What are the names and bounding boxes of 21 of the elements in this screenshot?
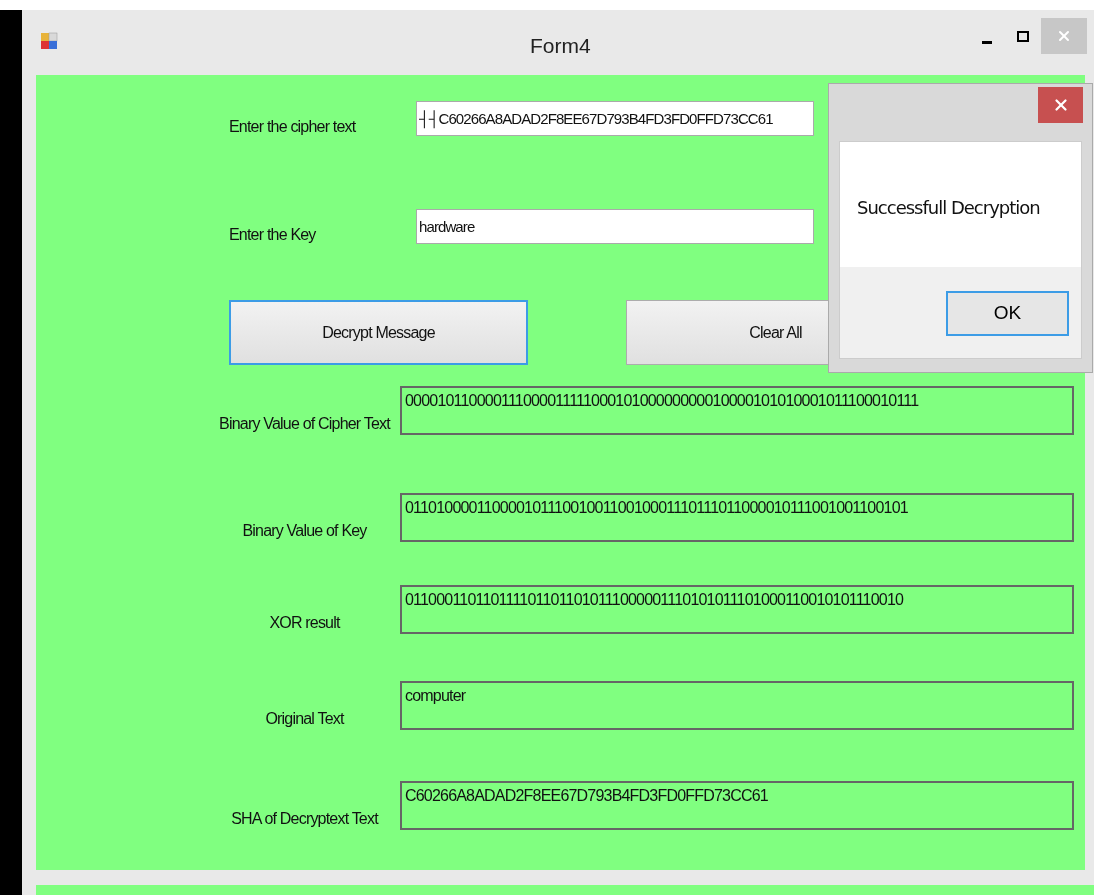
output-field: computer [400,681,1074,730]
text-field[interactable]: ┤┤C60266A8ADAD2F8EE67D793B4FD3FD0FFD73CC61 [416,101,814,136]
close-icon [1056,28,1072,44]
ok-button[interactable]: OK [946,291,1069,336]
action-button[interactable]: Decrypt Message [229,300,528,365]
output-field: 00001011000011100001111100010100000000010000101010001011100010111 [400,386,1074,435]
output-field: C60266A8ADAD2F8EE67D793B4FD3FD0FFD73CC61 [400,781,1074,830]
output-field: 0110001101101111011011010111000001110101011101000110010101110010 [400,585,1074,634]
app-icon [40,32,58,50]
dialog-message: Successfull Decryption [857,197,1040,218]
text-field[interactable]: hardware [416,209,814,244]
field-label: Enter the Key [229,225,317,245]
close-button[interactable] [1038,87,1083,123]
output-label: Original Text [264,709,346,729]
window-title: Form4 [530,33,591,59]
output-label: Binary Value of Cipher Text [218,414,392,434]
output-label: SHA of Decryptext Text [230,809,380,829]
output-field: 0110100001100001011100100110010001110111011000010111001001100101 [400,493,1074,542]
output-label: XOR result [268,613,342,633]
field-label: Enter the cipher text [229,117,357,137]
output-label: Binary Value of Key [241,521,368,541]
